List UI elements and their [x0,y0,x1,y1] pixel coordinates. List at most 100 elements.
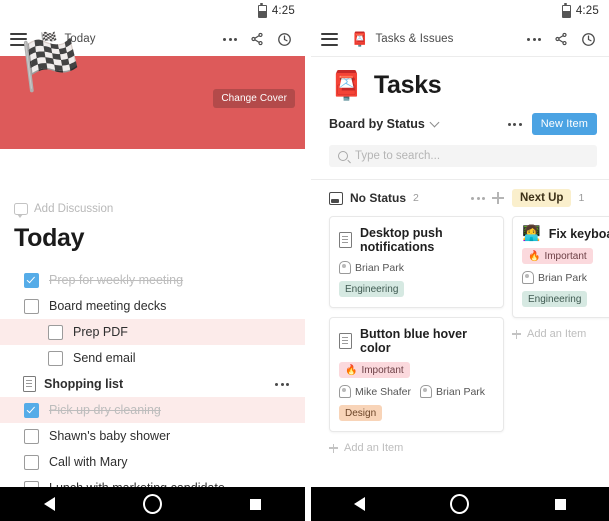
card-title: Button blue hover color [360,327,467,355]
screenshot-root: 4:25 🏁 Today Change Cover 🏁 Add Discussi… [0,0,609,521]
page-title: Today [14,224,85,252]
more-options-icon[interactable] [219,28,241,50]
task-checkbox[interactable] [24,428,39,444]
right-app-bar: 📮 Tasks & Issues [311,22,609,56]
more-options-icon[interactable] [507,122,522,126]
task-label: Shawn's baby shower [49,429,171,443]
badge-label: Important [361,364,404,376]
back-nav-icon[interactable] [44,497,55,511]
card-title-row: 👩‍💻 Fix keyboa [522,226,609,241]
column-name[interactable]: Next Up [512,189,572,207]
page-title: Tasks [373,71,442,99]
avatar [420,385,433,398]
chevron-down-icon[interactable] [429,117,440,128]
board-view-label[interactable]: Board by Status [329,117,425,131]
postbox-icon: 📮 [329,69,364,101]
status-bar-time: 4:25 [575,5,599,17]
card-people: Brian Park [339,261,494,274]
new-item-button[interactable]: New Item [531,113,597,135]
board-card[interactable]: Desktop push notifications Brian Park En… [329,216,504,308]
document-icon [23,376,36,392]
add-item-button[interactable]: Add an Item [512,328,609,340]
share-icon[interactable] [246,28,268,50]
plus-icon [329,443,338,453]
board-card[interactable]: Button blue hover color 🔥 Important Mike … [329,317,504,432]
fire-icon: 🔥 [345,364,358,376]
home-nav-icon[interactable] [450,494,470,514]
task-row[interactable]: Pick up dry cleaning [0,397,305,423]
task-checkbox[interactable] [48,324,63,340]
column-count: 2 [413,192,419,204]
status-badge[interactable]: Engineering [522,291,588,307]
document-label: Shopping list [44,377,124,391]
person-chip[interactable]: Mike Shafer [339,385,411,398]
card-people: Mike Shafer Brian Park [339,385,494,398]
task-checkbox[interactable] [24,402,39,418]
task-checkbox[interactable] [24,454,39,470]
person-name: Brian Park [355,261,405,274]
change-cover-button[interactable]: Change Cover [213,89,295,108]
column-name: No Status [350,191,407,205]
avatar [522,271,534,284]
recents-nav-icon[interactable] [555,498,567,510]
android-nav-bar [311,487,609,521]
comment-bubble-icon [14,203,28,218]
task-row[interactable]: Prep PDF [0,319,305,345]
card-title: Desktop push notifications [360,226,443,254]
add-discussion-label: Add Discussion [34,203,114,215]
more-options-icon[interactable] [523,28,545,50]
share-icon[interactable] [550,28,572,50]
task-checkbox[interactable] [24,298,39,314]
board-card[interactable]: 👩‍💻 Fix keyboa 🔥 Important Brian Park Eng… [512,216,609,318]
document-row[interactable]: Shopping list [14,371,291,397]
clock-history-icon[interactable] [273,28,295,50]
recents-nav-icon[interactable] [250,498,261,510]
task-row[interactable]: Call with Mary [14,449,291,475]
task-label: Prep for weekly meeting [49,273,184,287]
column-header: No Status 2 [329,189,504,207]
right-phone-screen: 4:25 📮 Tasks & Issues 📮 Tasks Board by S… [311,0,609,521]
plus-icon[interactable] [492,192,504,204]
battery-icon [257,2,267,18]
board-toolbar: Board by Status New Item [311,109,609,135]
inbox-icon [329,191,343,205]
task-row[interactable]: Board meeting decks [14,293,291,319]
clock-history-icon[interactable] [577,28,599,50]
add-item-label: Add an Item [527,328,587,340]
badge-label: Important [544,250,587,262]
more-options-icon[interactable] [471,196,485,200]
document-body: Add Discussion Today Prep for weekly mee… [0,203,305,501]
tasks-header: 📮 Tasks [311,57,609,109]
person-chip[interactable]: Brian Park [339,261,404,274]
checkered-flag-icon: 🏁 [20,39,82,93]
back-nav-icon[interactable] [353,497,365,511]
status-badge[interactable]: Engineering [339,281,405,297]
board-columns: No Status 2 Desktop push notifications B… [311,180,609,454]
add-item-button[interactable]: Add an Item [329,442,504,454]
task-row[interactable]: Shawn's baby shower [14,423,291,449]
home-nav-icon[interactable] [143,494,162,514]
add-item-label: Add an Item [344,442,404,454]
app-bar-title: Tasks & Issues [375,33,454,45]
person-chip[interactable]: Brian Park [522,271,587,284]
status-badge[interactable]: 🔥 Important [339,362,410,378]
status-bar-time: 4:25 [271,5,295,17]
task-row[interactable]: Send email [14,345,291,371]
right-status-bar: 4:25 [311,0,609,22]
status-badge[interactable]: Design [339,405,383,421]
status-badge[interactable]: 🔥 Important [522,248,593,264]
person-chip[interactable]: Brian Park [420,385,485,398]
task-checkbox[interactable] [24,272,39,288]
task-label: Call with Mary [49,455,128,469]
card-title: Fix keyboa [548,226,609,241]
search-input[interactable]: Type to search... [329,145,597,167]
left-phone-screen: 4:25 🏁 Today Change Cover 🏁 Add Discussi… [0,0,305,521]
add-discussion-button[interactable]: Add Discussion [14,203,291,218]
search-icon [338,151,348,161]
hamburger-menu-icon[interactable] [321,32,338,46]
task-list: Prep for weekly meeting Board meeting de… [0,267,305,501]
task-row[interactable]: Prep for weekly meeting [14,267,291,293]
task-checkbox[interactable] [48,350,63,366]
more-options-icon[interactable] [275,382,289,386]
search-placeholder: Type to search... [355,150,441,162]
